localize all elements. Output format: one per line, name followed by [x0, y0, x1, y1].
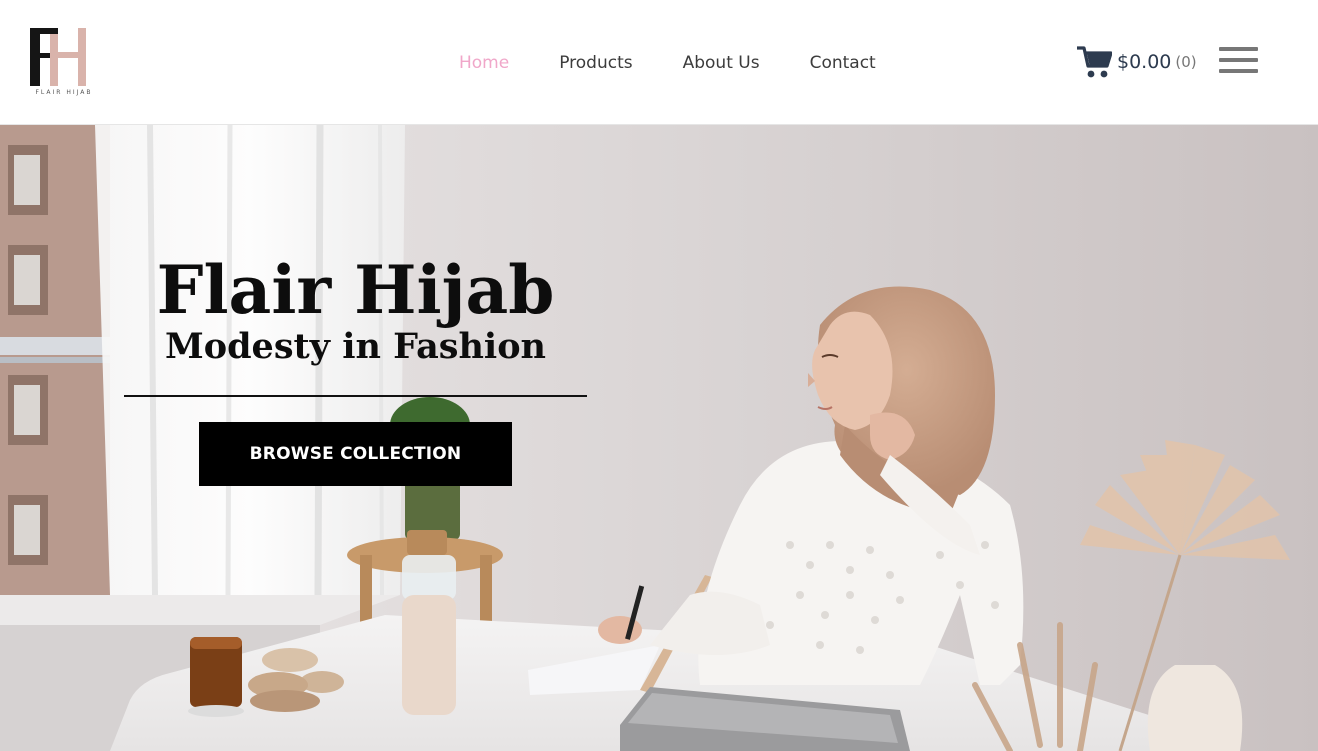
hero-title: Flair Hijab: [156, 251, 555, 329]
brand-logo[interactable]: FLAIR HIJAB: [24, 26, 104, 100]
cart-summary[interactable]: $0.00 (0): [1076, 45, 1197, 79]
brand-name: FLAIR HIJAB: [35, 89, 93, 96]
cart-total: $0.00: [1117, 51, 1172, 73]
cart-count: (0): [1175, 53, 1197, 71]
cart-icon: [1077, 46, 1112, 78]
fh-monogram-icon: [26, 28, 100, 86]
nav-products[interactable]: Products: [559, 52, 632, 74]
site-header: FLAIR HIJAB Home Products About Us Conta…: [0, 0, 1318, 125]
hero-section: Flair Hijab Modesty in Fashion BROWSE CO…: [0, 125, 1318, 751]
nav-about-us[interactable]: About Us: [683, 52, 760, 74]
hero-background-image: [0, 125, 1318, 751]
hero-divider: [124, 395, 587, 397]
browse-collection-button[interactable]: BROWSE COLLECTION: [199, 422, 512, 486]
hamburger-icon: [1219, 47, 1258, 51]
main-nav: Home Products About Us Contact: [459, 52, 926, 74]
nav-contact[interactable]: Contact: [810, 52, 876, 74]
hamburger-menu-button[interactable]: [1219, 47, 1258, 77]
nav-home[interactable]: Home: [459, 52, 509, 74]
hero-subtitle: Modesty in Fashion: [164, 326, 546, 367]
